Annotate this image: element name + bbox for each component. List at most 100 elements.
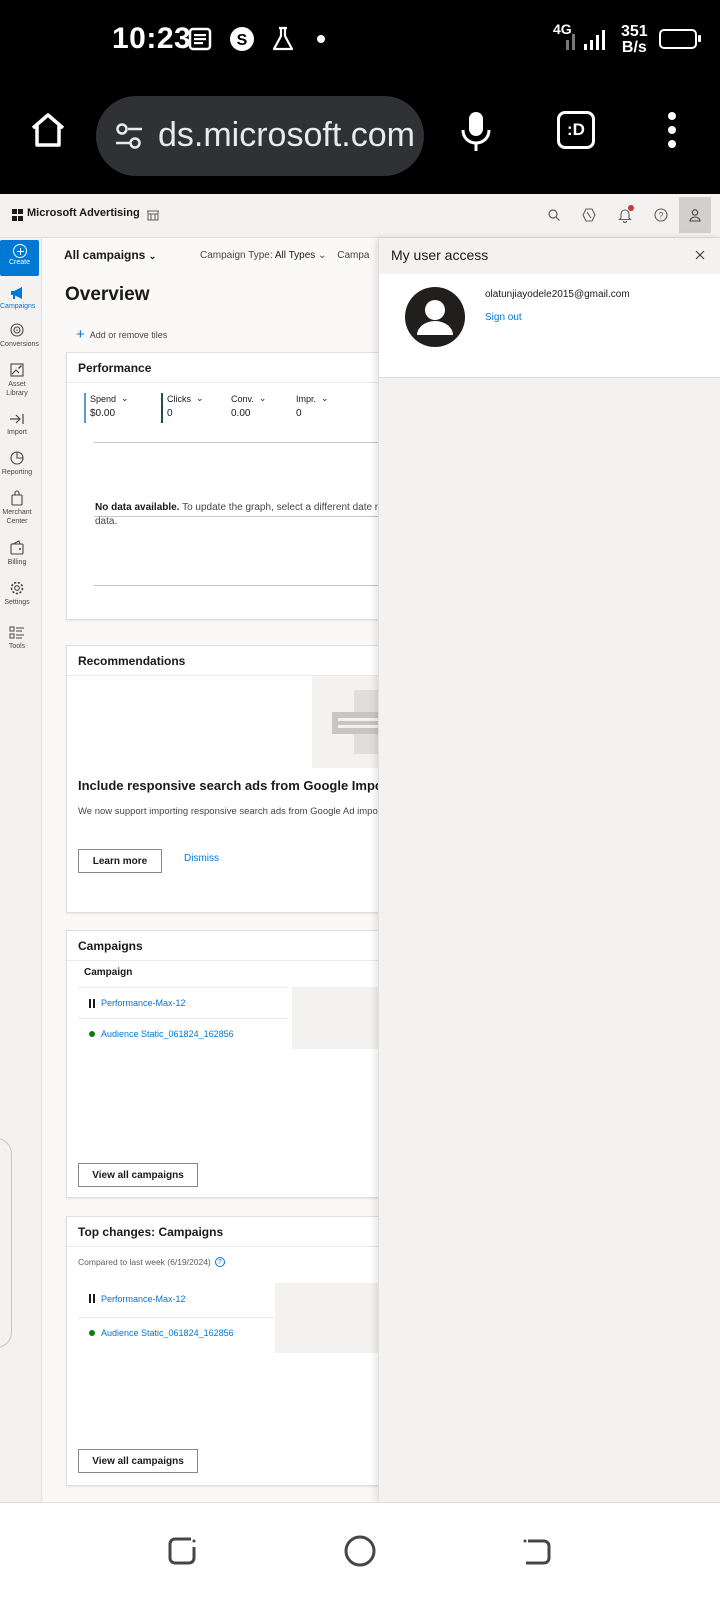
- metric-value: 0: [296, 408, 302, 419]
- all-campaigns-dropdown[interactable]: All campaigns ⌄: [64, 248, 156, 262]
- nav-merchant-center[interactable]: Merchant Center: [0, 490, 34, 526]
- chevron-down-icon: ⌄: [121, 393, 129, 403]
- view-all-campaigns-button[interactable]: View all campaigns: [78, 1449, 198, 1473]
- pause-icon: [89, 998, 95, 1008]
- no-data-bold: No data available.: [95, 502, 180, 513]
- help-icon[interactable]: ?: [214, 1257, 225, 1267]
- pie-chart-icon: [10, 451, 24, 465]
- metric-label: Clicks: [167, 393, 191, 404]
- nav-label: Asset Library: [6, 381, 28, 397]
- chevron-down-icon: ⌄: [148, 251, 157, 261]
- circle-home-icon: [344, 1535, 376, 1567]
- gear-icon: [10, 581, 24, 595]
- view-all-campaigns-button[interactable]: View all campaigns: [78, 1163, 198, 1187]
- account-switcher-button[interactable]: [142, 204, 164, 226]
- person-silhouette-icon: [417, 300, 453, 335]
- campaign-link[interactable]: Performance-Max-12: [101, 998, 186, 1008]
- chevron-down-icon: ⌄: [196, 393, 204, 403]
- nav-label: Billing: [7, 559, 27, 566]
- recommendation-headline: Include responsive search ads from Googl…: [78, 778, 388, 793]
- shopping-bag-icon: [11, 490, 23, 506]
- table-row: Performance-Max-12: [78, 987, 288, 1018]
- active-status-icon: [89, 1330, 95, 1336]
- back-button[interactable]: [518, 1533, 554, 1569]
- copilot-icon: [582, 208, 596, 222]
- nav-conversions[interactable]: Conversions: [0, 322, 39, 349]
- add-remove-tiles-button[interactable]: + Add or remove tiles: [76, 327, 168, 342]
- copilot-button[interactable]: [578, 204, 600, 226]
- campaign-link[interactable]: Audience Static_061824_162856: [101, 1328, 234, 1338]
- user-account-button[interactable]: [679, 197, 711, 233]
- nav-label: Reporting: [1, 469, 33, 476]
- nav-campaigns[interactable]: Campaigns: [0, 286, 35, 311]
- create-button[interactable]: Create: [0, 240, 39, 276]
- campaigns-card: Campaigns Campaign Performance-Max-12 Au…: [66, 930, 397, 1198]
- metric-label: Spend: [90, 393, 117, 404]
- address-bar[interactable]: ds.microsoft.com: [96, 96, 424, 176]
- nav-import[interactable]: Import: [0, 412, 34, 437]
- dismiss-link[interactable]: Dismiss: [184, 853, 219, 864]
- status-bar: 10:23 S 4G 351 B/s: [0, 0, 720, 80]
- campaign-type-label: Campaign Type:: [200, 250, 273, 261]
- help-button[interactable]: ?: [650, 204, 672, 226]
- nav-tools[interactable]: Tools: [0, 626, 34, 651]
- clicks-series-marker: [161, 393, 163, 423]
- clock: 10:23: [112, 22, 192, 55]
- nav-settings[interactable]: Settings: [0, 580, 34, 607]
- notifications-button[interactable]: [614, 204, 636, 226]
- learn-more-button[interactable]: Learn more: [78, 849, 162, 873]
- search-icon: [548, 209, 560, 221]
- tab-switcher-button[interactable]: :D: [557, 111, 595, 149]
- no-data-message: No data available. To update the graph, …: [95, 501, 395, 529]
- metric-clicks[interactable]: Clicks ⌄ 0: [161, 393, 204, 423]
- nav-reporting[interactable]: Reporting: [0, 450, 34, 477]
- next-filter-label[interactable]: Campa: [337, 250, 369, 261]
- signal-icon: [562, 22, 610, 56]
- nav-asset-library[interactable]: Asset Library: [0, 362, 34, 398]
- metric-impressions[interactable]: Impr. ⌄ 0: [296, 393, 329, 419]
- nav-billing[interactable]: Billing: [0, 540, 34, 567]
- more-vert-icon: [668, 112, 676, 148]
- nav-label: Conversions: [0, 341, 39, 348]
- speed-unit: B/s: [621, 39, 647, 56]
- table-row: Audience Static_061824_162856: [78, 1018, 288, 1049]
- home-button[interactable]: [28, 110, 68, 150]
- system-nav-bar: [0, 1502, 720, 1600]
- metric-value: 0: [167, 408, 173, 419]
- help-icon: ?: [654, 208, 668, 222]
- campaign-type-filter[interactable]: Campaign Type: All Types ⌄ Campa: [200, 250, 369, 261]
- brand-title[interactable]: Microsoft Advertising: [27, 207, 140, 219]
- home-nav-button[interactable]: [342, 1533, 378, 1569]
- metric-spend[interactable]: Spend ⌄ $0.00: [84, 393, 129, 423]
- column-header-campaign[interactable]: Campaign: [84, 967, 132, 978]
- pause-icon: [89, 1294, 95, 1303]
- voice-search-button[interactable]: [459, 110, 493, 152]
- search-button[interactable]: [543, 204, 565, 226]
- campaign-type-value: All Types: [274, 250, 316, 261]
- target-icon: [10, 323, 24, 337]
- chevron-down-icon: ⌄: [258, 393, 267, 403]
- recents-button[interactable]: [165, 1533, 201, 1569]
- browser-toolbar: ds.microsoft.com :D: [0, 80, 720, 194]
- close-panel-button[interactable]: [693, 248, 707, 262]
- close-icon: [695, 250, 705, 260]
- notification-badge: [628, 205, 634, 211]
- site-settings-icon[interactable]: [114, 122, 144, 150]
- campaign-link[interactable]: Performance-Max-12: [101, 1294, 186, 1304]
- divider: [67, 1246, 395, 1247]
- divider: [67, 382, 395, 383]
- user-card: olatunjiayodele2015@gmail.com Sign out: [379, 274, 720, 378]
- edge-panel-handle[interactable]: [0, 1138, 12, 1348]
- browser-menu-button[interactable]: [662, 108, 682, 152]
- net-speed: 351 B/s: [621, 24, 648, 56]
- campaign-link[interactable]: Audience Static_061824_162856: [101, 1029, 234, 1039]
- person-icon: [689, 209, 701, 222]
- card-title: Performance: [78, 361, 152, 375]
- battery-icon: [659, 29, 701, 49]
- recommendation-body: We now support importing responsive sear…: [78, 806, 387, 817]
- sign-out-link[interactable]: Sign out: [485, 312, 522, 323]
- comparison-note: Compared to last week (6/19/2024) ?: [78, 1257, 225, 1267]
- add-tiles-label: Add or remove tiles: [89, 330, 168, 340]
- metric-conversions[interactable]: Conv. ⌄ 0.00: [231, 393, 266, 419]
- recommendations-card: Recommendations Include responsive searc…: [66, 645, 397, 913]
